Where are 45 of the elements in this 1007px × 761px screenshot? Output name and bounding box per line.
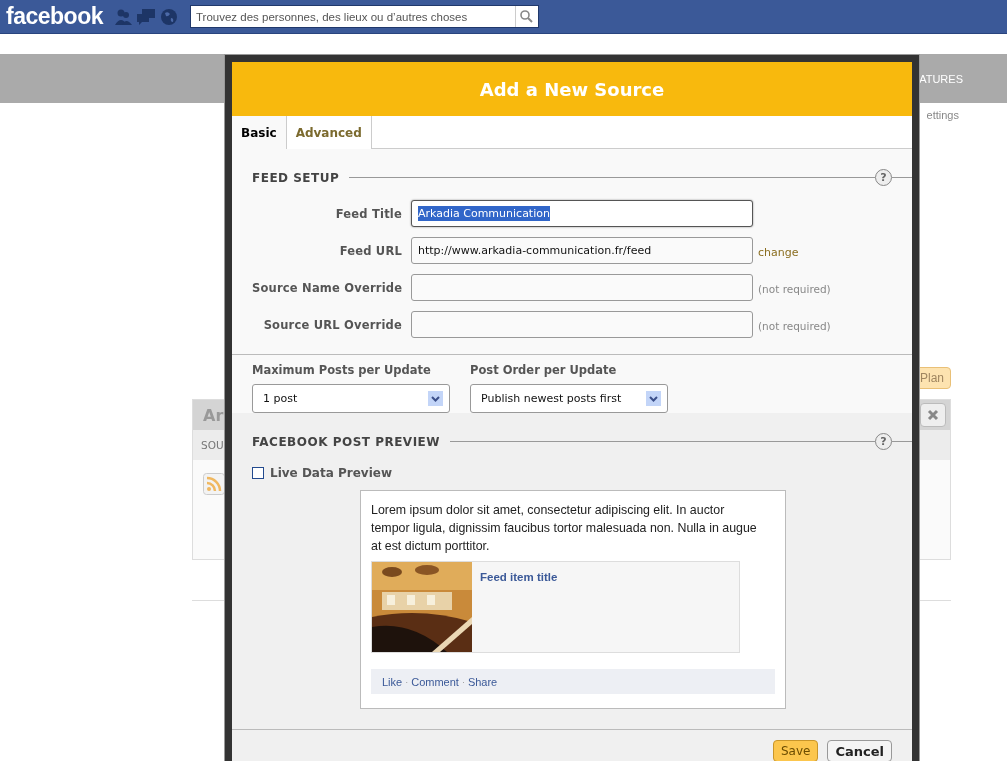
change-link[interactable]: change [758, 246, 799, 259]
card-title: Ar [203, 405, 224, 425]
rss-icon [203, 473, 225, 495]
messages-icon[interactable] [136, 7, 156, 26]
close-icon [927, 409, 939, 421]
checkbox-label: Live Data Preview [270, 466, 392, 480]
friends-icon[interactable] [113, 7, 133, 26]
feed-item-title[interactable]: Feed item title [472, 562, 558, 652]
separator: · [405, 676, 409, 687]
field-note: (not required) [758, 283, 831, 295]
section-heading: FEED SETUP [251, 170, 341, 185]
settings-link[interactable]: ettings [926, 109, 959, 121]
select-label: Post Order per Update [470, 363, 618, 377]
dropdown[interactable]: Publish newest posts first [470, 384, 668, 413]
search-icon[interactable] [520, 10, 534, 23]
save-button[interactable]: Save [773, 740, 819, 761]
field-label: Source URL Override [262, 317, 402, 332]
tab[interactable]: Basic [232, 116, 287, 149]
action-link[interactable]: Like [382, 675, 403, 688]
field-note: (not required) [758, 320, 831, 332]
input-field[interactable]: Arkadia Communication [411, 200, 753, 227]
field-label: Feed URL [338, 243, 402, 258]
dialog-title: Add a New Source [232, 62, 912, 116]
tab[interactable]: Advanced [286, 116, 372, 149]
field-label: Source Name Override [252, 280, 402, 295]
action-link[interactable]: Share [467, 675, 498, 688]
select-label: Maximum Posts per Update [252, 363, 432, 377]
logo[interactable]: facebook [6, 3, 103, 30]
section-heading: FACEBOOK POST PREVIEW [251, 434, 442, 449]
help-icon[interactable]: ? [875, 169, 892, 186]
checkbox[interactable] [252, 467, 264, 479]
globe-icon[interactable] [159, 7, 179, 26]
field-label: Feed Title [334, 206, 402, 221]
input-field[interactable] [411, 274, 753, 301]
help-icon[interactable]: ? [875, 433, 892, 450]
dropdown[interactable]: 1 post [252, 384, 450, 413]
input-field[interactable] [411, 311, 753, 338]
input-field[interactable]: http://www.arkadia-communication.fr/feed [411, 237, 753, 264]
search-field[interactable]: Trouvez des personnes, des lieux ou d’autres choses [190, 5, 539, 28]
card-subheader: SOU [201, 439, 224, 451]
close-button[interactable] [920, 403, 946, 427]
action-link[interactable]: Comment [411, 675, 459, 688]
separator: · [461, 676, 465, 687]
post-message: Lorem ipsum dolor sit amet, consectetur adipiscing elit. In auctor tempor ligula, dignissim faucibus tortor malesuada non. Nulla in augue at est dictum porttitor. [371, 502, 758, 555]
cancel-button[interactable]: Cancel [827, 740, 892, 761]
